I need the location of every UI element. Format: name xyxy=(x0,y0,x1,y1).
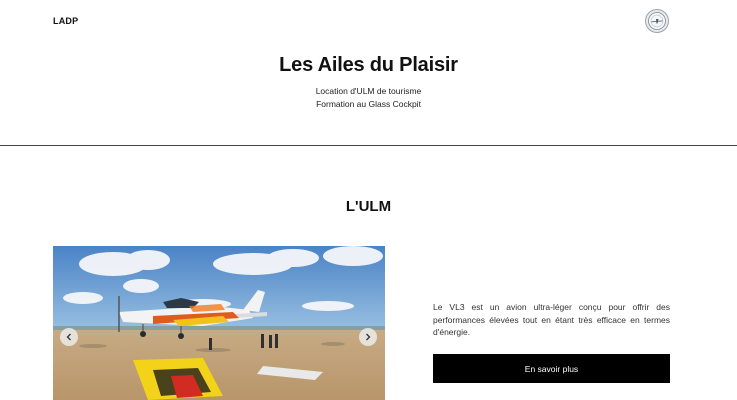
hero-subtitle-training: Formation au Glass Cockpit xyxy=(316,99,421,109)
chevron-left-icon xyxy=(66,333,71,341)
learn-more-button[interactable]: En savoir plus xyxy=(433,354,670,383)
ulm-description: Le VL3 est un avion ultra-léger conçu po… xyxy=(433,302,670,337)
brand-link[interactable]: LADP xyxy=(53,16,78,26)
image-carousel[interactable] xyxy=(53,246,385,400)
carousel-next-button[interactable] xyxy=(359,328,377,346)
club-badge-icon[interactable] xyxy=(645,9,669,33)
header-divider xyxy=(0,145,737,146)
ultralight-aircraft-photo xyxy=(53,246,385,400)
carousel-prev-button[interactable] xyxy=(60,328,78,346)
hero-subtitle-rental: Location d'ULM de tourisme xyxy=(315,86,422,96)
section-title: L'ULM xyxy=(345,198,392,215)
chevron-right-icon xyxy=(366,333,371,341)
page-title: Les Ailes du Plaisir xyxy=(279,54,458,76)
